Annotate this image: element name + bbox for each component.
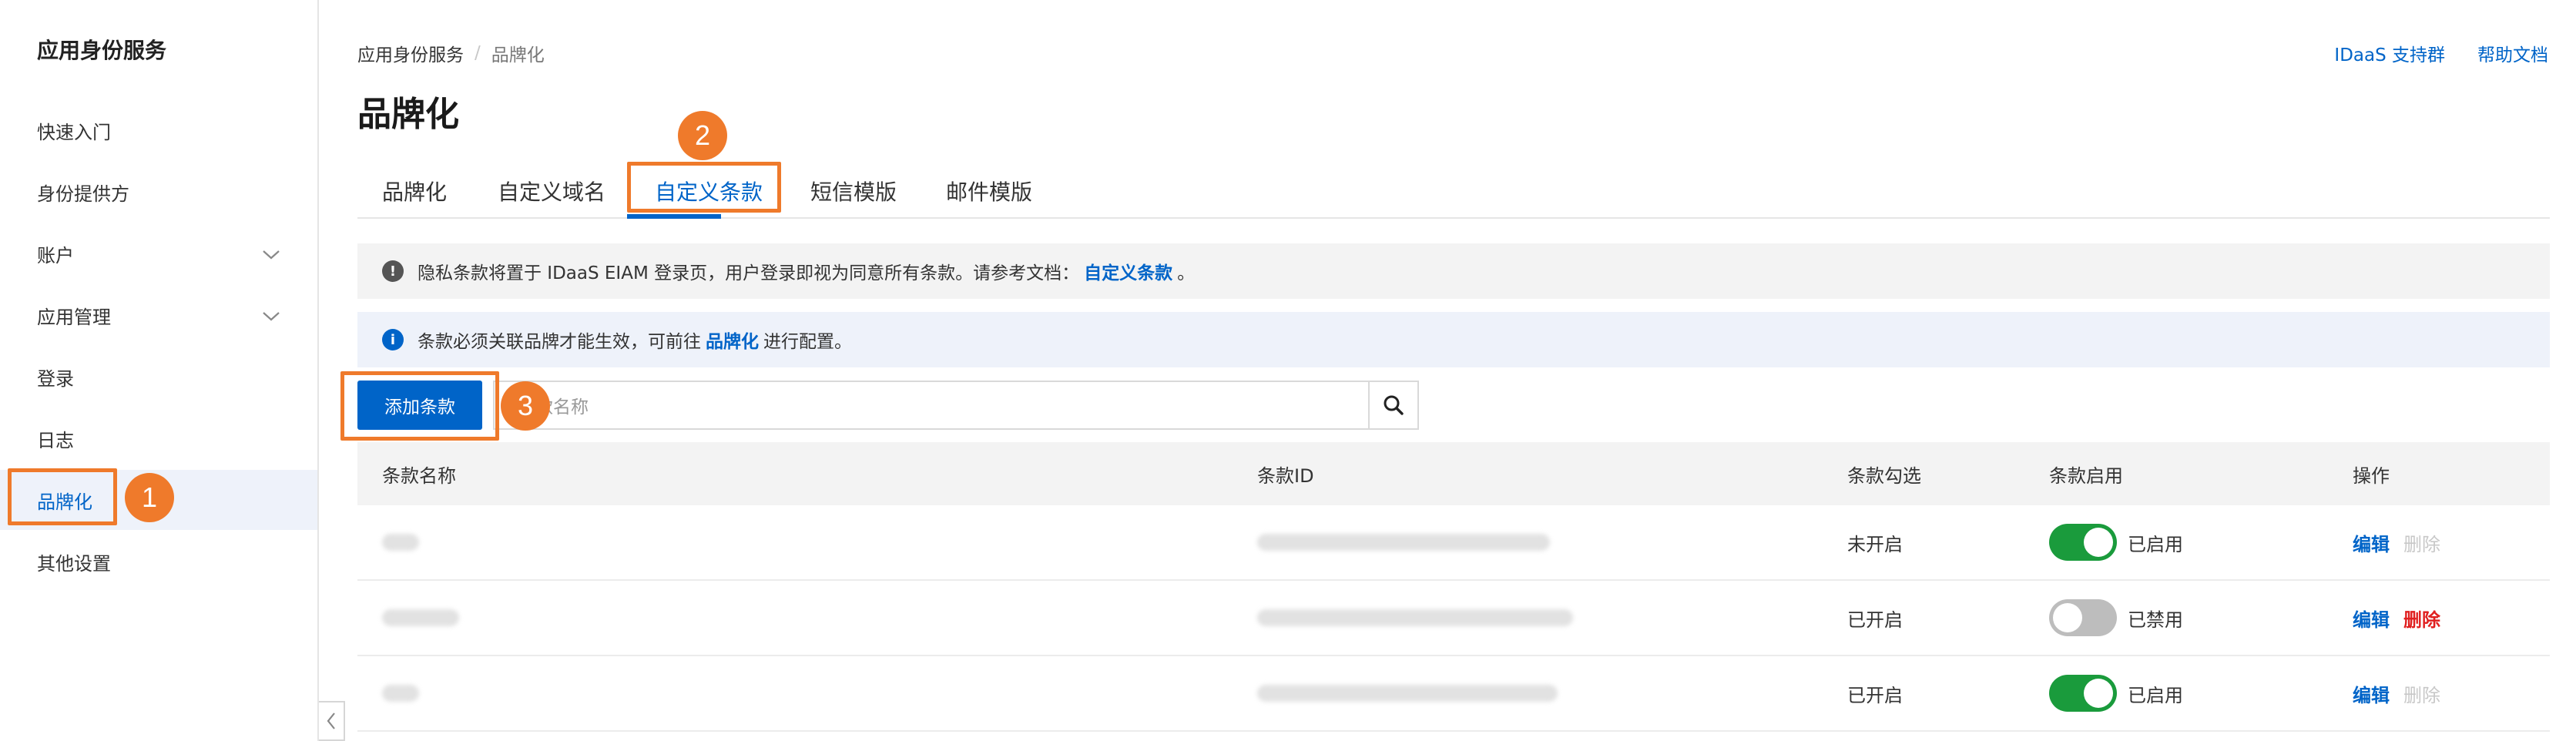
sidebar-item-label: 日志: [37, 429, 74, 451]
redacted-id: [1257, 534, 1550, 551]
branding-link[interactable]: 品牌化: [706, 327, 759, 353]
notice-text: 条款必须关联品牌才能生效，可前往: [418, 332, 701, 352]
column-header-check: 条款勾选: [1847, 464, 1921, 487]
sidebar-item-label: 账户: [37, 244, 74, 267]
help-docs-link[interactable]: 帮助文档: [2477, 40, 2548, 66]
delete-link: 删除: [2403, 684, 2440, 706]
breadcrumb: 应用身份服务 / 品牌化: [357, 40, 545, 66]
exclamation-icon: !: [382, 260, 404, 282]
terms-check-status: 未开启: [1847, 533, 1903, 555]
page-title: 品牌化: [357, 95, 459, 134]
add-terms-button[interactable]: 添加条款: [357, 381, 482, 430]
sidebar-item-login[interactable]: 登录: [0, 347, 317, 407]
sidebar-item-quickstart[interactable]: 快速入门: [0, 100, 317, 160]
sidebar-item-accounts[interactable]: 账户: [0, 223, 317, 283]
redacted-id: [1257, 609, 1573, 626]
app-title: 应用身份服务: [37, 38, 167, 63]
enable-toggle[interactable]: [2049, 524, 2117, 561]
delete-link[interactable]: 删除: [2403, 605, 2440, 632]
breadcrumb-separator: /: [475, 43, 481, 63]
tab-bar: 品牌化 自定义域名 自定义条款 短信模版 邮件模版: [357, 163, 2550, 219]
sidebar-item-label: 品牌化: [37, 491, 92, 513]
redacted-name: [382, 609, 459, 626]
table-header: 条款名称 条款ID 条款勾选 条款启用 操作: [357, 442, 2550, 505]
breadcrumb-root[interactable]: 应用身份服务: [357, 40, 464, 66]
terms-check-status: 已开启: [1847, 684, 1903, 706]
sidebar-item-logs[interactable]: 日志: [0, 408, 317, 468]
search-icon: [1384, 395, 1404, 415]
delete-link: 删除: [2403, 533, 2440, 555]
chevron-down-icon: [263, 250, 280, 260]
info-icon: i: [382, 329, 404, 350]
column-header-name: 条款名称: [382, 464, 456, 487]
column-header-id: 条款ID: [1257, 464, 1314, 487]
step-badge-3: 3: [501, 381, 550, 431]
sidebar-item-other-settings[interactable]: 其他设置: [0, 531, 317, 592]
step-badge-2: 2: [678, 111, 727, 160]
tab-branding[interactable]: 品牌化: [382, 163, 447, 219]
notice-text: 隐私条款将置于 IDaaS EIAM 登录页，用户登录即视为同意所有条款。请参考…: [418, 263, 1080, 283]
table-row: 未开启 已启用 编辑 删除: [357, 505, 2550, 581]
table-row: 已开启 已启用 编辑 删除: [357, 656, 2550, 732]
sidebar-item-identity-providers[interactable]: 身份提供方: [0, 162, 317, 222]
chevron-down-icon: [263, 312, 280, 321]
active-tab-indicator: [627, 214, 721, 219]
sidebar-item-label: 应用管理: [37, 306, 111, 328]
step-badge-1: 1: [125, 473, 174, 522]
sidebar: 应用身份服务 快速入门 身份提供方 账户 应用管理 登录 日志 品牌化 其他设置: [0, 0, 319, 741]
notice-suffix: 。: [1177, 263, 1196, 283]
enable-status: 已启用: [2128, 684, 2183, 706]
edit-link[interactable]: 编辑: [2353, 680, 2390, 707]
custom-terms-doc-link[interactable]: 自定义条款: [1084, 258, 1172, 284]
redacted-name: [382, 685, 419, 702]
top-links: IDaaS 支持群 帮助文档: [2334, 40, 2548, 66]
column-header-enabled: 条款启用: [2049, 464, 2123, 487]
breadcrumb-current: 品牌化: [491, 45, 545, 65]
enable-status: 已启用: [2128, 533, 2183, 555]
search-button[interactable]: [1368, 381, 1419, 430]
brand-info-notice: i 条款必须关联品牌才能生效，可前往 品牌化 进行配置。: [357, 312, 2550, 367]
edit-link[interactable]: 编辑: [2353, 605, 2390, 632]
edit-link[interactable]: 编辑: [2353, 529, 2390, 556]
sidebar-item-app-management[interactable]: 应用管理: [0, 285, 317, 345]
enable-toggle[interactable]: [2049, 675, 2117, 712]
terms-search-input[interactable]: 条款名称: [493, 381, 1370, 430]
sidebar-collapse-handle[interactable]: [319, 701, 345, 741]
redacted-id: [1257, 685, 1558, 702]
column-header-actions: 操作: [2353, 464, 2390, 487]
sidebar-item-label: 其他设置: [37, 552, 111, 575]
table-row: 已开启 已禁用 编辑 删除: [357, 581, 2550, 656]
notice-suffix: 进行配置。: [763, 332, 852, 352]
sidebar-item-label: 身份提供方: [37, 183, 129, 205]
terms-check-status: 已开启: [1847, 609, 1903, 631]
support-group-link[interactable]: IDaaS 支持群: [2334, 40, 2445, 66]
tab-email-templates[interactable]: 邮件模版: [946, 163, 1032, 219]
tab-custom-domain[interactable]: 自定义域名: [498, 163, 605, 219]
enable-toggle[interactable]: [2049, 599, 2117, 636]
tab-custom-terms[interactable]: 自定义条款: [655, 163, 763, 219]
sidebar-item-label: 快速入门: [37, 121, 111, 143]
tab-sms-templates[interactable]: 短信模版: [810, 163, 897, 219]
enable-status: 已禁用: [2128, 609, 2183, 631]
sidebar-item-label: 登录: [37, 367, 74, 390]
chevron-left-icon: [327, 712, 335, 729]
privacy-warning-notice: ! 隐私条款将置于 IDaaS EIAM 登录页，用户登录即视为同意所有条款。请…: [357, 243, 2550, 299]
redacted-name: [382, 534, 419, 551]
